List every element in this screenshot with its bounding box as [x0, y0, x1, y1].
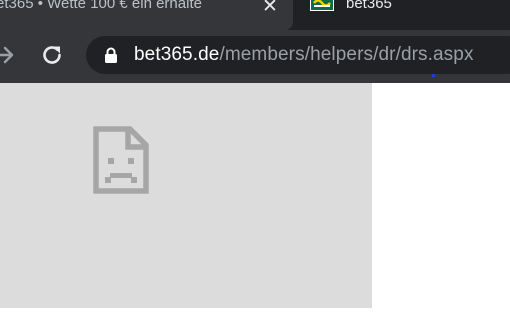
lock-icon[interactable]: [104, 47, 118, 63]
url-path: /members/helpers/dr/drs.aspx: [219, 44, 474, 65]
tab-title: et365 • Wette 100 € ein erhalte: [0, 0, 202, 12]
reload-icon[interactable]: [39, 42, 65, 68]
url-host: bet365.de: [134, 44, 220, 65]
page-content: [0, 83, 510, 326]
tab-active[interactable]: et365 • Wette 100 € ein erhalte ✕: [0, 0, 293, 30]
tab-bet365[interactable]: bet365: [300, 0, 510, 30]
address-bar[interactable]: bet365.de/members/helpers/dr/drs.aspx: [86, 36, 510, 74]
sad-document-icon: [93, 126, 149, 194]
arrow-right-icon[interactable]: [0, 44, 16, 66]
tab-strip: et365 • Wette 100 € ein erhalte ✕ bet365: [0, 0, 510, 30]
cursor-mark: [432, 74, 435, 77]
url-text[interactable]: bet365.de/members/helpers/dr/drs.aspx: [134, 44, 474, 66]
bet365-favicon: [310, 0, 334, 11]
embedded-frame: [0, 83, 372, 308]
close-icon[interactable]: ✕: [260, 0, 280, 17]
browser-window: et365 • Wette 100 € ein erhalte ✕ bet365: [0, 0, 510, 326]
tab-title: bet365: [346, 0, 392, 12]
